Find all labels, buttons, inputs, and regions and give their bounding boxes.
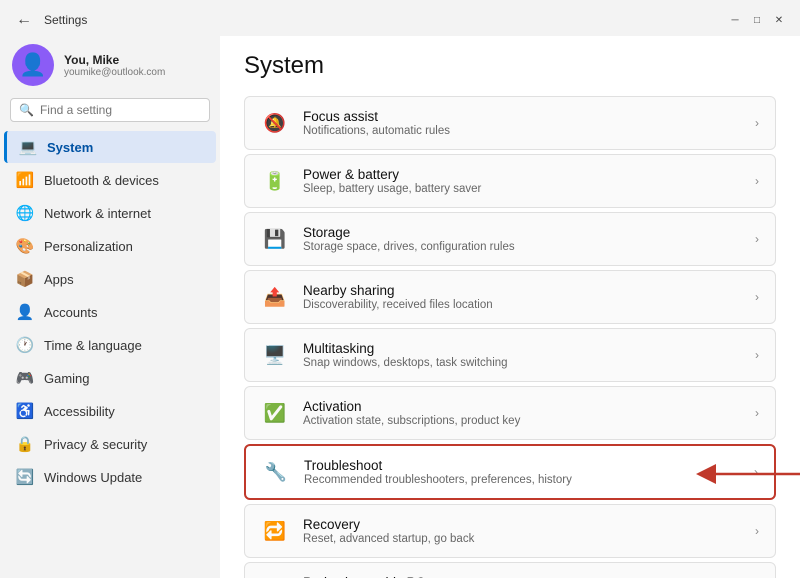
personalization-icon: 🎨 [16, 237, 34, 255]
close-button[interactable]: ✕ [770, 11, 788, 29]
activation-desc: Activation state, subscriptions, product… [303, 415, 520, 427]
settings-item-multitasking[interactable]: 🖥️ Multitasking Snap windows, desktops, … [244, 328, 776, 382]
multitasking-chevron: › [755, 348, 759, 362]
troubleshoot-desc: Recommended troubleshooters, preferences… [304, 474, 572, 486]
settings-item-nearby-sharing[interactable]: 📤 Nearby sharing Discoverability, receiv… [244, 270, 776, 324]
bluetooth-icon: 📶 [16, 171, 34, 189]
settings-item-storage[interactable]: 💾 Storage Storage space, drives, configu… [244, 212, 776, 266]
content-area: System 🔕 Focus assist Notifications, aut… [220, 36, 800, 578]
settings-list: 🔕 Focus assist Notifications, automatic … [244, 96, 776, 578]
sidebar-item-accessibility[interactable]: ♿ Accessibility [4, 395, 216, 427]
power-battery-icon: 🔋 [261, 167, 289, 195]
multitasking-icon: 🖥️ [261, 341, 289, 369]
settings-item-focus-assist[interactable]: 🔕 Focus assist Notifications, automatic … [244, 96, 776, 150]
recovery-icon: 🔁 [261, 517, 289, 545]
minimize-button[interactable]: ─ [726, 11, 744, 29]
sidebar-item-gaming[interactable]: 🎮 Gaming [4, 362, 216, 394]
apps-icon: 📦 [16, 270, 34, 288]
settings-item-power-battery[interactable]: 🔋 Power & battery Sleep, battery usage, … [244, 154, 776, 208]
gaming-label: Gaming [44, 371, 90, 386]
avatar: 👤 [12, 44, 54, 86]
storage-label: Storage [303, 225, 515, 240]
sidebar-item-system[interactable]: 💻 System [4, 131, 216, 163]
sidebar-item-update[interactable]: 🔄 Windows Update [4, 461, 216, 493]
storage-desc: Storage space, drives, configuration rul… [303, 241, 515, 253]
page-title: System [244, 52, 776, 80]
focus-assist-desc: Notifications, automatic rules [303, 125, 450, 137]
maximize-button[interactable]: □ [748, 11, 766, 29]
title-bar: ← Settings ─ □ ✕ [0, 0, 800, 36]
nearby-sharing-chevron: › [755, 290, 759, 304]
network-icon: 🌐 [16, 204, 34, 222]
settings-item-activation[interactable]: ✅ Activation Activation state, subscript… [244, 386, 776, 440]
window-controls: ─ □ ✕ [726, 11, 788, 29]
troubleshoot-label: Troubleshoot [304, 458, 572, 473]
multitasking-label: Multitasking [303, 341, 508, 356]
gaming-icon: 🎮 [16, 369, 34, 387]
troubleshoot-icon: 🔧 [262, 458, 290, 486]
system-icon: 💻 [19, 138, 37, 156]
user-email: youmike@outlook.com [64, 67, 165, 78]
network-label: Network & internet [44, 206, 151, 221]
bluetooth-label: Bluetooth & devices [44, 173, 159, 188]
activation-label: Activation [303, 399, 520, 414]
settings-item-recovery[interactable]: 🔁 Recovery Reset, advanced startup, go b… [244, 504, 776, 558]
accounts-label: Accounts [44, 305, 97, 320]
recovery-chevron: › [755, 524, 759, 538]
time-icon: 🕐 [16, 336, 34, 354]
accessibility-label: Accessibility [44, 404, 115, 419]
accessibility-icon: ♿ [16, 402, 34, 420]
update-icon: 🔄 [16, 468, 34, 486]
troubleshoot-chevron: › [754, 465, 758, 479]
sidebar-item-privacy[interactable]: 🔒 Privacy & security [4, 428, 216, 460]
update-label: Windows Update [44, 470, 142, 485]
sidebar-item-personalization[interactable]: 🎨 Personalization [4, 230, 216, 262]
settings-item-troubleshoot[interactable]: 🔧 Troubleshoot Recommended troubleshoote… [244, 444, 776, 500]
sidebar: 👤 You, Mike youmike@outlook.com 🔍 💻 Syst… [0, 36, 220, 578]
privacy-label: Privacy & security [44, 437, 147, 452]
sidebar-item-network[interactable]: 🌐 Network & internet [4, 197, 216, 229]
sidebar-item-bluetooth[interactable]: 📶 Bluetooth & devices [4, 164, 216, 196]
accounts-icon: 👤 [16, 303, 34, 321]
settings-item-projecting[interactable]: 📺 Projecting to this PC Permissions, pai… [244, 562, 776, 578]
search-input[interactable] [40, 103, 201, 117]
storage-chevron: › [755, 232, 759, 246]
activation-icon: ✅ [261, 399, 289, 427]
apps-label: Apps [44, 272, 74, 287]
user-name: You, Mike [64, 53, 165, 67]
storage-icon: 💾 [261, 225, 289, 253]
time-label: Time & language [44, 338, 142, 353]
power-battery-label: Power & battery [303, 167, 481, 182]
app-title: Settings [44, 13, 87, 27]
search-icon: 🔍 [19, 103, 34, 117]
sidebar-item-accounts[interactable]: 👤 Accounts [4, 296, 216, 328]
focus-assist-icon: 🔕 [261, 109, 289, 137]
nearby-sharing-desc: Discoverability, received files location [303, 299, 493, 311]
multitasking-desc: Snap windows, desktops, task switching [303, 357, 508, 369]
search-box[interactable]: 🔍 [10, 98, 210, 122]
power-battery-chevron: › [755, 174, 759, 188]
nearby-sharing-icon: 📤 [261, 283, 289, 311]
focus-assist-chevron: › [755, 116, 759, 130]
power-battery-desc: Sleep, battery usage, battery saver [303, 183, 481, 195]
sidebar-item-time[interactable]: 🕐 Time & language [4, 329, 216, 361]
nearby-sharing-label: Nearby sharing [303, 283, 493, 298]
user-header: 👤 You, Mike youmike@outlook.com [0, 36, 220, 98]
activation-chevron: › [755, 406, 759, 420]
sidebar-nav: 💻 System 📶 Bluetooth & devices 🌐 Network… [0, 130, 220, 494]
sidebar-item-apps[interactable]: 📦 Apps [4, 263, 216, 295]
system-label: System [47, 140, 93, 155]
recovery-label: Recovery [303, 517, 474, 532]
personalization-label: Personalization [44, 239, 133, 254]
recovery-desc: Reset, advanced startup, go back [303, 533, 474, 545]
back-button[interactable]: ← [12, 11, 36, 29]
focus-assist-label: Focus assist [303, 109, 450, 124]
privacy-icon: 🔒 [16, 435, 34, 453]
